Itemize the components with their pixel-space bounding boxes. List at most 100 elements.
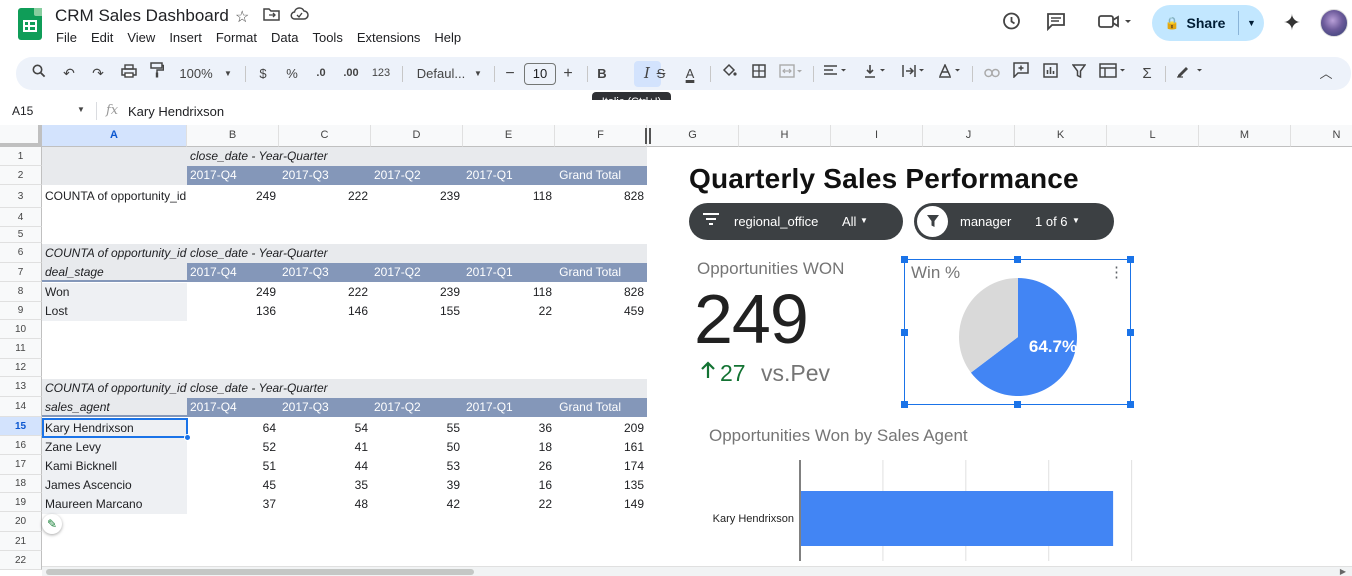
user-avatar[interactable] <box>1320 9 1348 37</box>
pivot3-column-field[interactable]: close_date - Year-Quarter <box>187 379 647 398</box>
pivot3-value-total[interactable]: 135 <box>555 476 647 495</box>
menu-edit[interactable]: Edit <box>84 30 120 46</box>
resize-handle[interactable] <box>901 256 908 263</box>
percent-format-button[interactable]: % <box>284 57 300 90</box>
pivot3-value-total[interactable]: 161 <box>555 438 647 457</box>
create-filter-icon[interactable] <box>1068 57 1090 90</box>
chart-menu-icon[interactable]: ⋮ <box>1109 263 1124 281</box>
row-header-1[interactable]: 1 <box>0 147 42 166</box>
column-header-i[interactable]: I <box>831 125 923 147</box>
pivot3-value[interactable]: 39 <box>371 476 463 495</box>
share-button[interactable]: 🔒 Share <box>1152 5 1238 41</box>
pivot3-value[interactable]: 53 <box>371 457 463 476</box>
row-header-2[interactable]: 2 <box>0 166 42 185</box>
win-percent-chart[interactable]: Win % ⋮ 64.7% <box>901 256 1134 408</box>
pivot3-value[interactable]: 35 <box>279 476 371 495</box>
column-header-k[interactable]: K <box>1015 125 1107 147</box>
vertical-align-icon[interactable] <box>861 57 891 90</box>
pivot3-header[interactable]: 2017-Q1 <box>463 398 555 417</box>
freeze-column-handle[interactable] <box>645 128 651 144</box>
pivot3-value[interactable]: 22 <box>463 495 555 514</box>
more-formats-button[interactable]: 123 <box>369 57 393 90</box>
comments-icon[interactable] <box>1041 11 1071 37</box>
cloud-status-icon[interactable] <box>290 7 309 26</box>
font-size-increase-button[interactable]: + <box>559 57 577 90</box>
pivot2-value[interactable]: 239 <box>371 283 463 302</box>
menu-tools[interactable]: Tools <box>305 30 349 46</box>
filter-chip-regional-office[interactable]: regional_office All ▼ <box>689 203 903 240</box>
pivot3-value[interactable]: 37 <box>187 495 279 514</box>
merge-cells-icon[interactable] <box>777 57 805 90</box>
pivot3-row-field[interactable]: sales_agent <box>42 398 187 417</box>
version-history-icon[interactable] <box>996 11 1026 37</box>
pivot2-header[interactable]: 2017-Q1 <box>463 263 555 282</box>
column-header-b[interactable]: B <box>187 125 279 147</box>
column-header-e[interactable]: E <box>463 125 555 147</box>
pivot3-value[interactable]: 64 <box>187 419 279 438</box>
resize-handle[interactable] <box>1014 401 1021 408</box>
pivot3-row-label[interactable]: Maureen Marcano <box>42 495 187 514</box>
fill-color-icon[interactable] <box>718 57 740 90</box>
active-cell-outline[interactable] <box>42 418 188 438</box>
pivot2-value-total[interactable]: 828 <box>555 283 647 302</box>
pivot2-value-label[interactable]: COUNTA of opportunity_id <box>42 244 187 263</box>
pivot3-value[interactable]: 54 <box>279 419 371 438</box>
print-icon[interactable] <box>117 57 141 90</box>
menu-file[interactable]: File <box>49 30 84 46</box>
paint-format-icon[interactable] <box>146 57 168 90</box>
collapse-toolbar-icon[interactable]: ︿ <box>1316 57 1336 90</box>
pivot3-value[interactable]: 44 <box>279 457 371 476</box>
menu-help[interactable]: Help <box>427 30 468 46</box>
pivot2-value[interactable]: 146 <box>279 302 371 321</box>
pivot1-value[interactable]: 118 <box>463 187 555 206</box>
pivot2-row-label[interactable]: Lost <box>42 302 187 321</box>
editing-mode-icon[interactable] <box>1174 57 1208 90</box>
move-folder-icon[interactable] <box>263 7 280 26</box>
name-box[interactable]: A15 <box>12 104 33 118</box>
pivot1-row-label[interactable]: COUNTA of opportunity_id <box>42 187 187 206</box>
pivot1-column-field[interactable]: close_date - Year-Quarter <box>187 147 647 166</box>
pivot3-header-total[interactable]: Grand Total <box>555 398 647 417</box>
gemini-sparkle-icon[interactable]: ✦ <box>1279 10 1305 36</box>
column-header-l[interactable]: L <box>1107 125 1199 147</box>
pivot3-value[interactable]: 42 <box>371 495 463 514</box>
menu-extensions[interactable]: Extensions <box>350 30 428 46</box>
document-title[interactable]: CRM Sales Dashboard <box>55 6 229 26</box>
undo-icon[interactable]: ↶ <box>58 57 80 90</box>
pivot1-value[interactable]: 239 <box>371 187 463 206</box>
increase-decimal-button[interactable]: .00 <box>339 57 363 90</box>
bold-button[interactable]: B <box>592 57 612 90</box>
column-header-n[interactable]: N <box>1291 125 1352 147</box>
pivot3-row-label[interactable]: Zane Levy <box>42 438 187 457</box>
pivot1-value[interactable]: 249 <box>187 187 279 206</box>
meet-icon[interactable] <box>1092 11 1136 37</box>
pivot2-value[interactable]: 118 <box>463 283 555 302</box>
pivot2-header[interactable]: 2017-Q4 <box>187 263 279 282</box>
column-header-a[interactable]: A <box>42 125 187 147</box>
pivot1-value-total[interactable]: 828 <box>555 187 647 206</box>
pivot3-value[interactable]: 51 <box>187 457 279 476</box>
row-header-13[interactable]: 13 <box>0 377 42 397</box>
pivot3-value[interactable]: 16 <box>463 476 555 495</box>
edit-pencil-icon[interactable]: ✎ <box>42 514 62 534</box>
pivot2-header[interactable]: 2017-Q3 <box>279 263 371 282</box>
pivot3-header[interactable]: 2017-Q3 <box>279 398 371 417</box>
menu-data[interactable]: Data <box>264 30 305 46</box>
pivot1-header[interactable]: 2017-Q4 <box>187 166 279 185</box>
menu-format[interactable]: Format <box>209 30 264 46</box>
pivot3-value[interactable]: 55 <box>371 419 463 438</box>
pivot3-value-total[interactable]: 149 <box>555 495 647 514</box>
pivot2-row-field[interactable]: deal_stage <box>42 263 187 282</box>
pivot2-value[interactable]: 22 <box>463 302 555 321</box>
pivot1-header[interactable]: 2017-Q3 <box>279 166 371 185</box>
zoom-select[interactable]: 100% <box>176 57 216 90</box>
pivot3-value[interactable]: 50 <box>371 438 463 457</box>
row-header-9[interactable]: 9 <box>0 302 42 320</box>
row-header-14[interactable]: 14 <box>0 397 42 417</box>
text-rotation-icon[interactable] <box>936 57 966 90</box>
row-header-7[interactable]: 7 <box>0 263 42 282</box>
decrease-decimal-button[interactable]: .0 <box>310 57 332 90</box>
pivot2-value[interactable]: 155 <box>371 302 463 321</box>
pivot3-row-label[interactable]: Kami Bicknell <box>42 457 187 476</box>
row-header-6[interactable]: 6 <box>0 243 42 263</box>
